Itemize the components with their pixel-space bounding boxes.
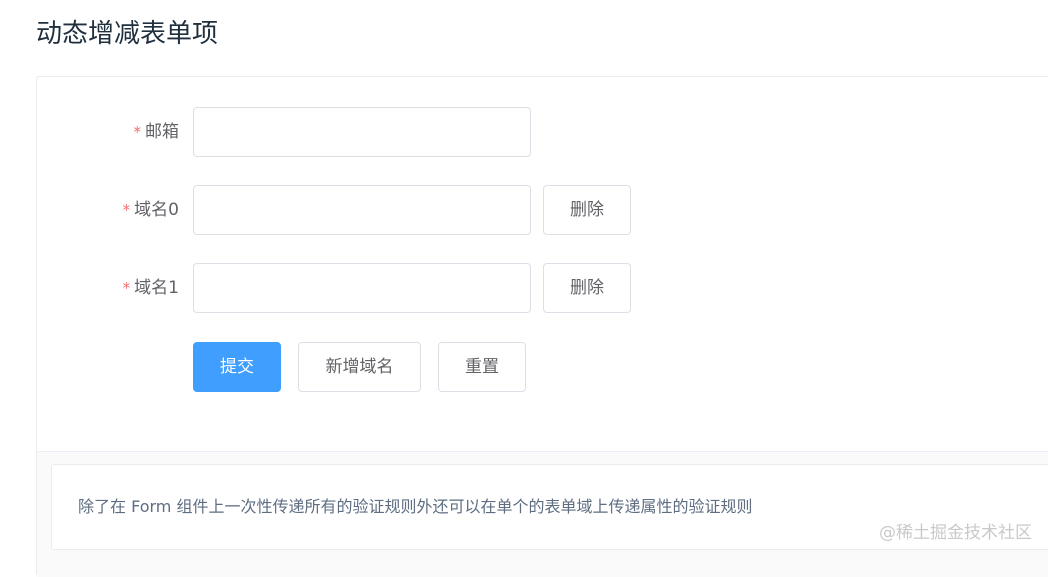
domain-0-field[interactable]: [193, 185, 531, 235]
domain-1-field[interactable]: [193, 263, 531, 313]
form-item-domain-1: *域名1 删除: [37, 263, 1048, 313]
domain-0-label: *域名0: [123, 185, 179, 235]
page-title: 动态增减表单项: [36, 16, 218, 52]
watermark: @稀土掘金技术社区: [879, 518, 1032, 543]
domain-1-label-text: 域名1: [134, 278, 179, 298]
form-actions: 提交 新增域名 重置: [37, 342, 1048, 392]
required-star: *: [123, 279, 131, 297]
form-item-domain-0: *域名0 删除: [37, 185, 1048, 235]
demo-block: *邮箱 *域名0 删除 *域名1 删除 提交 新增域名 重置 除了在 Form …: [36, 76, 1048, 576]
delete-domain-0-button[interactable]: 删除: [543, 185, 631, 235]
description-text: 除了在 Form 组件上一次性传递所有的验证规则外还可以在单个的表单域上传递属性…: [78, 493, 752, 521]
email-label-text: 邮箱: [145, 122, 179, 142]
description-section: 除了在 Form 组件上一次性传递所有的验证规则外还可以在单个的表单域上传递属性…: [37, 451, 1048, 577]
required-star: *: [123, 201, 131, 219]
domain-1-label: *域名1: [123, 263, 179, 313]
form-item-email: *邮箱: [37, 107, 1048, 157]
email-label: *邮箱: [134, 107, 180, 157]
email-field[interactable]: [193, 107, 531, 157]
submit-button[interactable]: 提交: [193, 342, 281, 392]
delete-domain-1-button[interactable]: 删除: [543, 263, 631, 313]
add-domain-button[interactable]: 新增域名: [298, 342, 421, 392]
required-star: *: [134, 123, 142, 141]
domain-0-label-text: 域名0: [134, 200, 179, 220]
reset-button[interactable]: 重置: [438, 342, 526, 392]
